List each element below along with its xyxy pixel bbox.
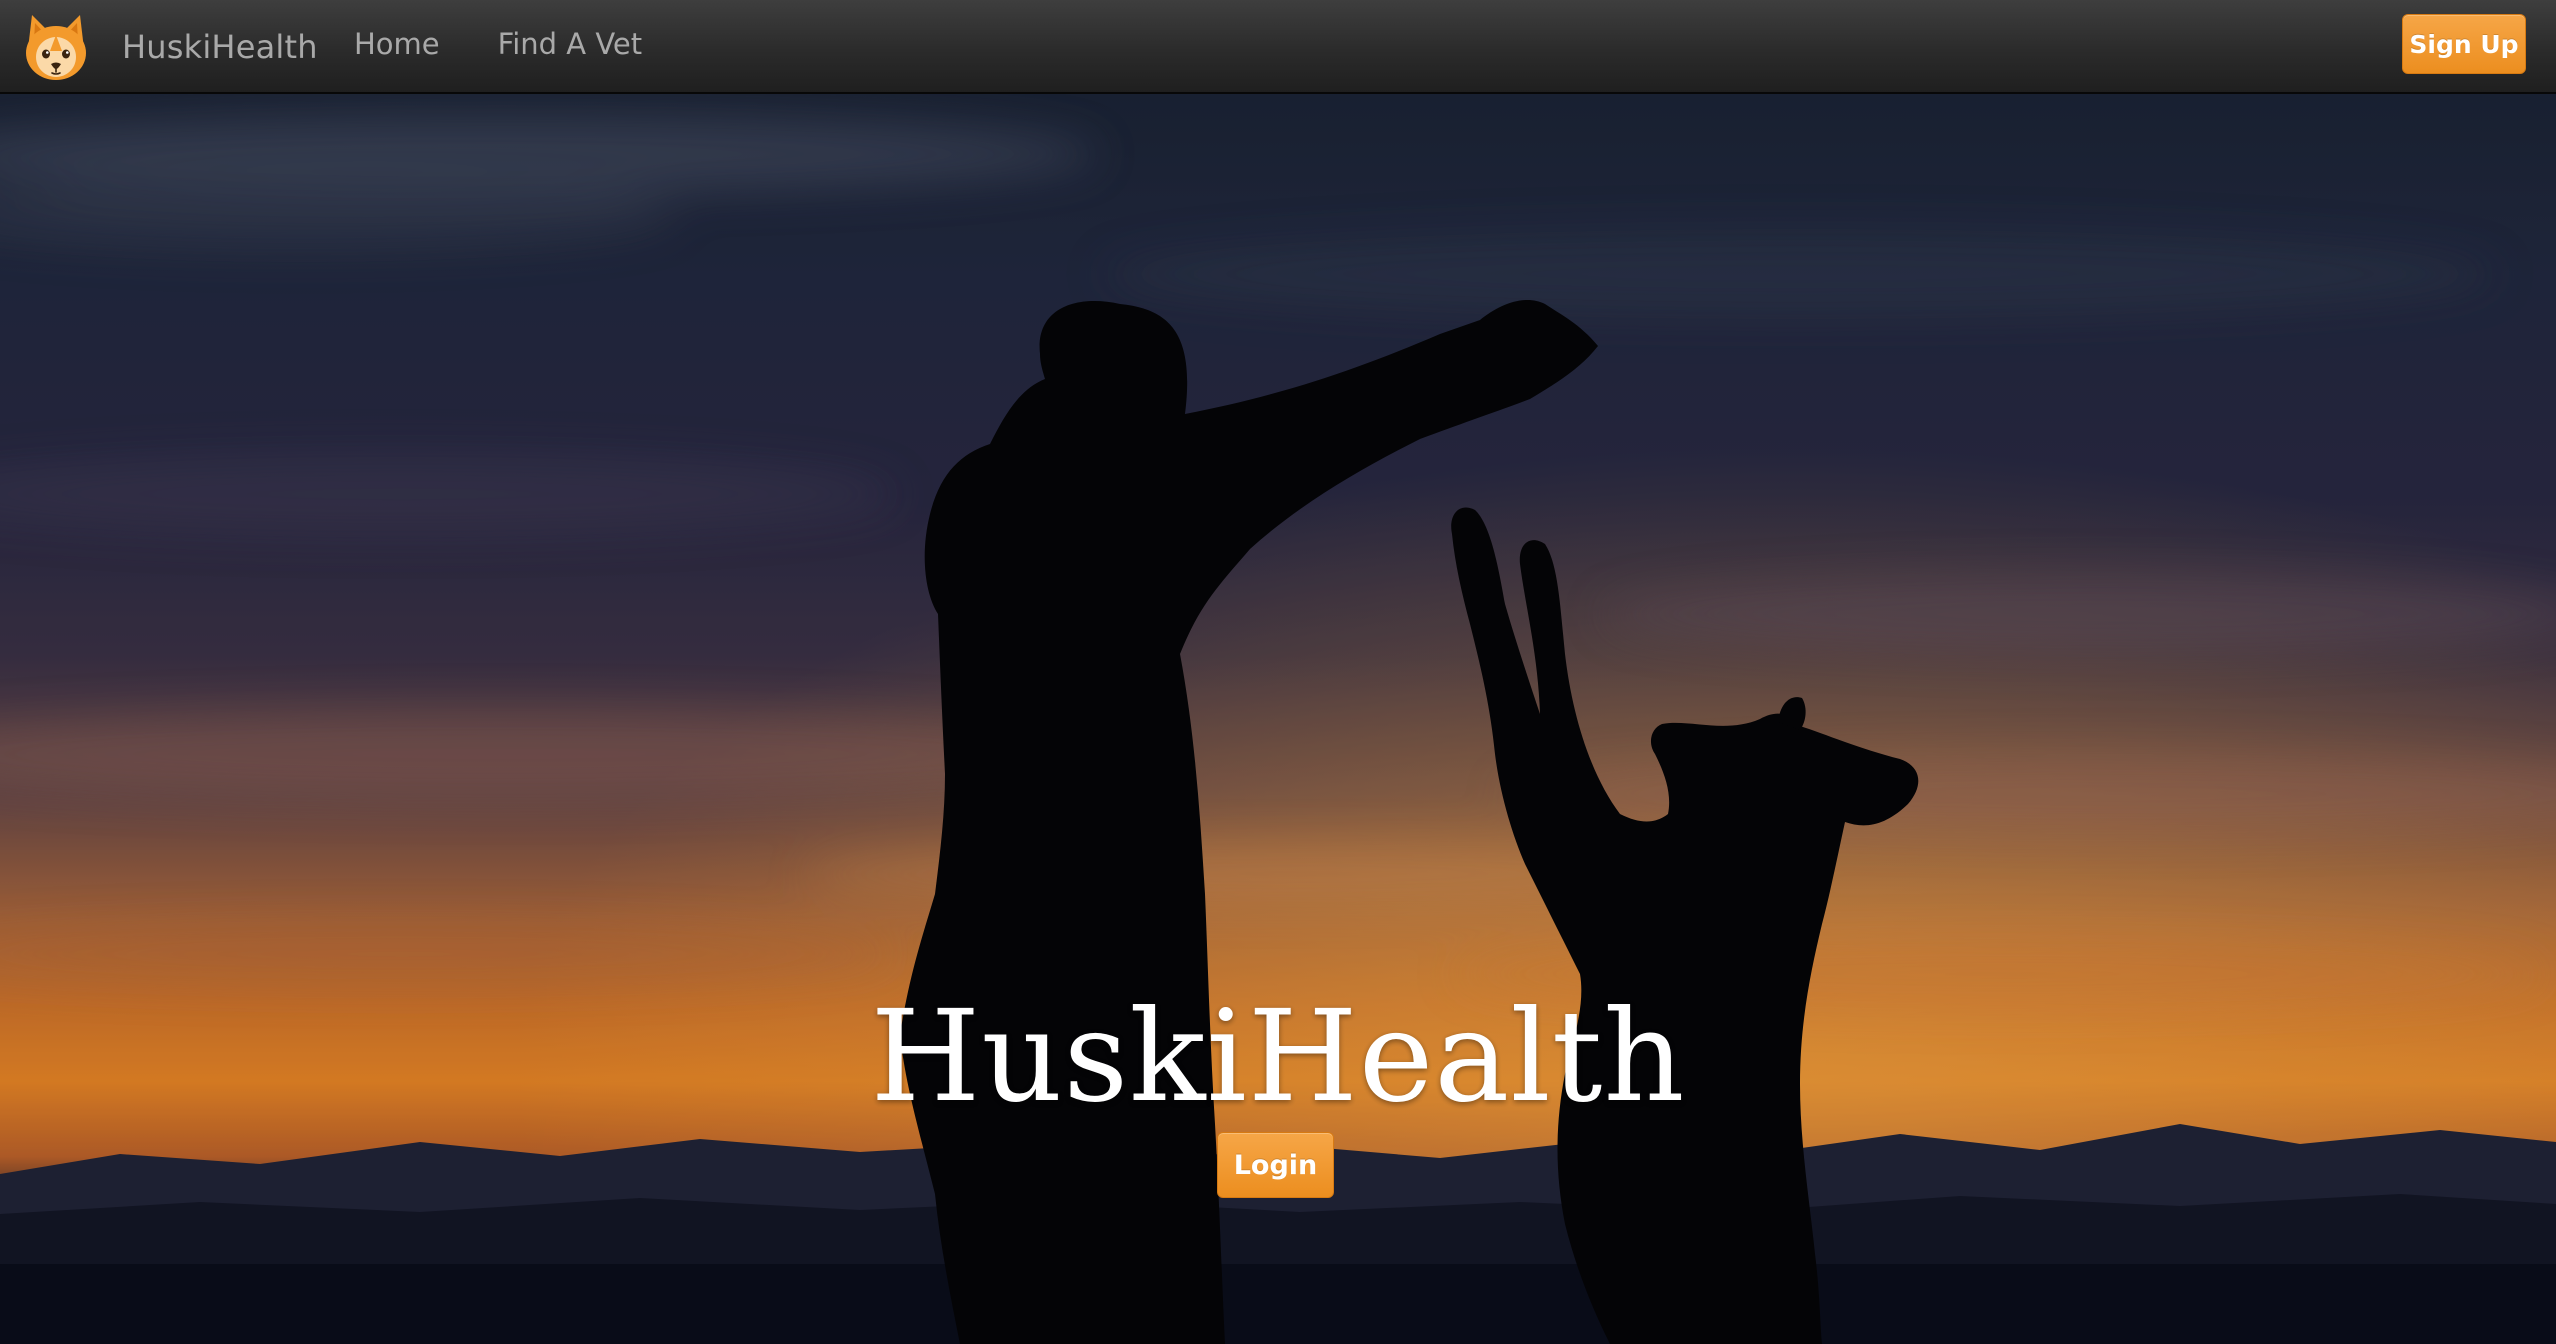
nav-link-home[interactable]: Home	[354, 27, 440, 61]
husky-face-icon	[26, 15, 86, 80]
hero-section: HuskiHealth Login	[0, 94, 2556, 1344]
page: HuskiHealth Home Find A Vet Sign Up Husk…	[0, 0, 2556, 1344]
top-navbar: HuskiHealth Home Find A Vet Sign Up	[0, 0, 2556, 94]
brand-name: HuskiHealth	[122, 28, 318, 66]
nav-link-find-a-vet[interactable]: Find A Vet	[498, 27, 643, 61]
sign-up-button[interactable]: Sign Up	[2402, 14, 2526, 74]
hero-title: HuskiHealth	[870, 983, 1686, 1130]
brand-link[interactable]: HuskiHealth	[22, 8, 318, 86]
login-button[interactable]: Login	[1217, 1132, 1334, 1198]
nav-links: Home Find A Vet	[354, 0, 700, 88]
